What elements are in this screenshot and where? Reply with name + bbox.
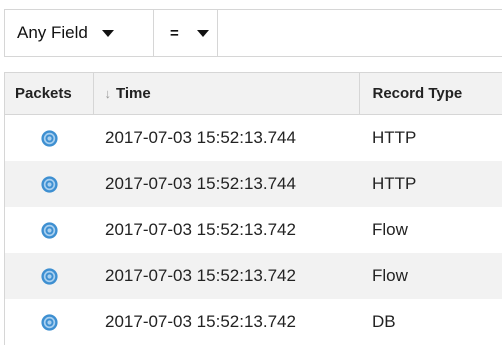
time-cell: 2017-07-03 15:52:13.742 [105, 219, 296, 239]
packet-capture-icon[interactable] [40, 129, 59, 148]
records-view: Any Field = Packets ↓ Time Record Type 2… [0, 0, 502, 345]
record-type-cell: Flow [372, 219, 408, 239]
packets-cell [5, 299, 93, 345]
records-table-container: Packets ↓ Time Record Type 2017-07-03 15… [4, 72, 502, 345]
operator-dropdown-label: = [170, 24, 179, 42]
table-row[interactable]: 2017-07-03 15:52:13.742 Flow [5, 252, 502, 299]
record-type-cell: DB [372, 311, 396, 331]
chevron-down-icon [101, 29, 114, 37]
column-header-label: Record Type [372, 85, 463, 102]
table-row[interactable]: 2017-07-03 15:52:13.742 DB [5, 299, 502, 345]
packet-capture-icon[interactable] [40, 221, 59, 240]
packet-capture-icon[interactable] [40, 175, 59, 194]
packets-cell [5, 207, 93, 253]
column-header-label: Packets [15, 85, 72, 102]
table-header-row: Packets ↓ Time Record Type [5, 72, 502, 115]
packet-capture-icon[interactable] [40, 313, 59, 332]
column-header-packets[interactable]: Packets [5, 72, 94, 115]
operator-dropdown[interactable]: = [154, 10, 218, 56]
chevron-down-icon [196, 29, 209, 37]
column-header-label: Time [116, 85, 151, 102]
packets-cell [5, 161, 93, 207]
records-table: Packets ↓ Time Record Type 2017-07-03 15… [5, 72, 502, 345]
time-cell: 2017-07-03 15:52:13.742 [105, 311, 296, 331]
table-row[interactable]: 2017-07-03 15:52:13.744 HTTP [5, 160, 502, 207]
packets-cell [5, 115, 93, 161]
table-row[interactable]: 2017-07-03 15:52:13.744 HTTP [5, 115, 502, 161]
record-type-cell: HTTP [372, 127, 417, 147]
time-cell: 2017-07-03 15:52:13.744 [105, 127, 296, 147]
record-type-cell: HTTP [372, 173, 417, 193]
time-cell: 2017-07-03 15:52:13.742 [105, 265, 296, 285]
field-dropdown[interactable]: Any Field [5, 10, 154, 56]
sort-descending-icon: ↓ [104, 86, 112, 101]
time-cell: 2017-07-03 15:52:13.744 [105, 173, 296, 193]
filter-value-input[interactable] [218, 10, 502, 56]
filter-bar: Any Field = [4, 9, 502, 57]
field-dropdown-label: Any Field [17, 23, 88, 42]
packet-capture-icon[interactable] [40, 267, 59, 286]
column-header-time[interactable]: ↓ Time [93, 72, 360, 115]
table-row[interactable]: 2017-07-03 15:52:13.742 Flow [5, 207, 502, 253]
record-type-cell: Flow [372, 265, 408, 285]
column-header-record-type[interactable]: Record Type [359, 72, 502, 115]
packets-cell [5, 253, 93, 299]
